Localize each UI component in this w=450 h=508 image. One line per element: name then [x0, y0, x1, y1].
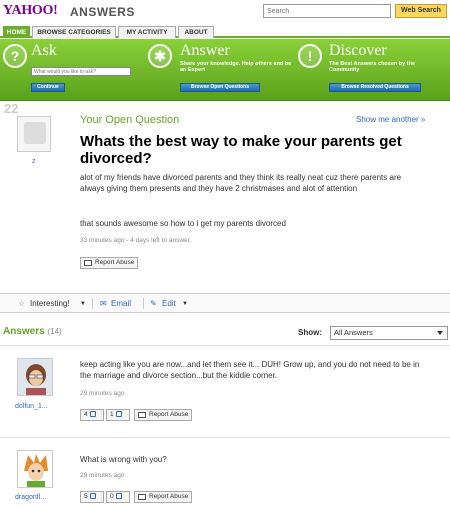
report-abuse-button[interactable]: Report Abuse [134, 491, 193, 503]
ask-question-input[interactable] [31, 67, 131, 76]
lightbulb-icon: ✱ [148, 44, 172, 68]
thumbs-down-icon [115, 493, 122, 499]
discover-icon: ! [298, 44, 322, 68]
thumbs-up-button[interactable]: 4 [80, 409, 104, 421]
show-another-link[interactable]: Show me another » [356, 115, 425, 124]
thumbs-up-count: 5 [84, 493, 88, 500]
answers-count: (14) [47, 327, 62, 336]
continue-button[interactable]: Continue [31, 83, 65, 92]
thumbs-up-count: 4 [84, 411, 88, 418]
answer-subtitle: Share your knowledge. Help others and be… [180, 61, 292, 73]
answers-heading: Answers (14) [3, 326, 62, 337]
thumbs-up-icon [89, 493, 96, 499]
tab-home[interactable]: HOME [3, 26, 30, 38]
report-abuse-button[interactable]: Report Abuse [134, 409, 193, 421]
question-mark-icon: ? [3, 44, 27, 68]
avatar-illustration [18, 451, 52, 487]
thumbs-down-button[interactable]: 0 [106, 491, 130, 503]
question-time: 33 minutes ago - 4 days left to answer. [80, 237, 192, 244]
discover-title: Discover [329, 42, 387, 59]
show-filter-value: All Answers [334, 328, 373, 337]
answer-time: 29 minutes ago [80, 390, 125, 397]
show-filter-label: Show: [298, 328, 322, 337]
question-body-extra: that sounds awesome so how to i get my p… [80, 219, 286, 228]
nav-tabs: HOME BROWSE CATEGORIES MY ACTIVITY ABOUT [0, 24, 450, 38]
edit-link[interactable]: Edit [162, 299, 176, 308]
thumbs-down-button[interactable]: 1 [106, 409, 130, 421]
answer-text: keep acting like you are now...and let t… [80, 360, 420, 380]
report-abuse-label: Report Abuse [149, 411, 189, 418]
report-abuse-label: Report Abuse [149, 493, 189, 500]
tab-my-activity[interactable]: MY ACTIVITY [118, 26, 176, 38]
web-search-button[interactable]: Web Search [395, 4, 447, 18]
flag-icon [138, 412, 146, 418]
pencil-icon: ✎ [150, 299, 157, 308]
answerer-name[interactable]: dolfun_1... [15, 403, 48, 410]
flag-icon [138, 494, 146, 500]
star-icon: ☆ [18, 299, 26, 308]
divider [0, 437, 450, 438]
browse-open-questions-button[interactable]: Browse Open Questions [180, 83, 260, 92]
question-body: alot of my friends have divorced parents… [80, 173, 402, 193]
thumbs-up-icon [89, 411, 96, 417]
question-title: Whats the best way to make your parents … [80, 133, 402, 167]
answer-time: 29 minutes ago [80, 472, 125, 479]
email-link[interactable]: Email [111, 299, 131, 308]
answer-title: Answer [180, 42, 230, 59]
interesting-button[interactable]: Interesting! [30, 299, 70, 308]
answer-text: What is wrong with you? [80, 455, 167, 464]
answers-label: Answers [3, 326, 45, 337]
thumbs-down-count: 1 [110, 411, 114, 418]
thumbs-down-icon [115, 411, 122, 417]
ask-title: Ask [31, 42, 57, 59]
chevron-down-icon[interactable]: ▼ [80, 301, 86, 307]
divider [0, 345, 450, 346]
asker-avatar[interactable] [17, 116, 51, 152]
chevron-down-icon [437, 331, 443, 335]
section-label: Your Open Question [80, 114, 180, 126]
report-abuse-label: Report Abuse [95, 259, 135, 266]
answer-avatar[interactable] [17, 358, 53, 396]
email-icon: ✉ [100, 299, 107, 308]
default-avatar-icon [24, 122, 46, 144]
question-action-bar: ☆ Interesting! ▼ ✉ Email ✎ Edit ▼ [0, 293, 450, 313]
avatar-illustration [18, 359, 52, 395]
discover-subtitle: The Best Answers chosen by the Community [329, 61, 415, 73]
separator [143, 298, 144, 309]
asker-name[interactable]: z [32, 158, 36, 165]
question-points: 22 [4, 101, 19, 116]
yahoo-logo[interactable]: YAHOO! [3, 3, 58, 19]
answers-logo[interactable]: ANSWERS [70, 5, 135, 19]
chevron-down-icon[interactable]: ▼ [182, 301, 188, 307]
flag-icon [84, 260, 92, 266]
thumbs-up-button[interactable]: 5 [80, 491, 104, 503]
top-bar: YAHOO! ANSWERS Web Search [0, 0, 450, 24]
answer-avatar[interactable] [17, 450, 53, 488]
tab-about[interactable]: ABOUT [178, 26, 214, 38]
report-abuse-button[interactable]: Report Abuse [80, 257, 139, 269]
browse-resolved-questions-button[interactable]: Browse Resolved Questions [329, 83, 421, 92]
thumbs-down-count: 0 [110, 493, 114, 500]
show-filter-select[interactable]: All Answers [330, 326, 448, 340]
answerer-name[interactable]: dragonfl... [15, 494, 46, 501]
search-input[interactable] [263, 4, 391, 18]
separator [92, 298, 93, 309]
tab-browse-categories[interactable]: BROWSE CATEGORIES [32, 26, 116, 38]
